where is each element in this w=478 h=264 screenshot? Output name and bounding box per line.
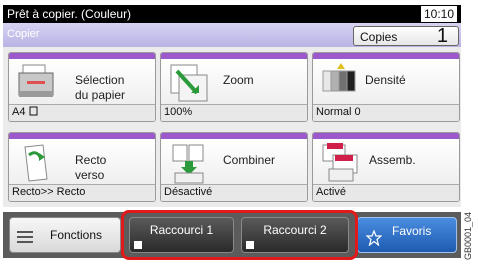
tile-label: Zoom — [223, 73, 254, 87]
density-icon — [322, 63, 356, 92]
portrait-orientation-icon — [29, 106, 38, 116]
tile-value: Activé — [313, 184, 459, 201]
collate-icon — [322, 143, 358, 182]
copies-button[interactable]: Copies 1 — [353, 25, 459, 47]
screen-title: Copier — [7, 28, 40, 40]
tile-label: Densité — [365, 73, 406, 87]
zoom-icon — [170, 64, 208, 102]
tile-label: Sélection du papier — [75, 73, 126, 102]
tile-label: Recto verso — [75, 153, 107, 182]
clock: 10:10 — [420, 6, 457, 22]
status-message: Prêt à copier. (Couleur) — [7, 7, 132, 21]
tile-combine[interactable]: Combiner Désactivé — [160, 132, 308, 202]
tile-label: Assemb. — [369, 153, 416, 167]
tile-paper-selection[interactable]: Sélection du papier A4 — [8, 52, 156, 122]
shortcuts-highlight — [121, 210, 358, 260]
functions-button[interactable]: Fonctions — [9, 217, 121, 253]
tile-duplex[interactable]: Recto verso Recto>> Recto — [8, 132, 156, 202]
tile-label: Combiner — [223, 153, 276, 167]
tile-value: A4 — [9, 104, 155, 121]
functions-label: Fonctions — [50, 228, 103, 242]
title-bar: Copier Copies 1 — [3, 23, 461, 47]
favorites-label: Favoris — [392, 224, 432, 238]
duplex-icon — [24, 144, 48, 182]
tile-value: Désactivé — [161, 184, 307, 201]
favorites-button[interactable]: Favoris — [357, 217, 457, 253]
tile-density[interactable]: Densité Normal 0 — [312, 52, 460, 122]
paper-tray-icon — [18, 64, 54, 97]
status-bar: Prêt à copier. (Couleur) 10:10 — [3, 5, 461, 23]
list-menu-icon — [17, 231, 33, 243]
tile-value: 100% — [161, 104, 307, 121]
star-icon — [366, 230, 382, 246]
tile-value: Recto>> Recto — [9, 184, 155, 201]
tile-value: Normal 0 — [313, 104, 459, 121]
figure-code: GB0001_04 — [463, 211, 473, 260]
function-tiles: Sélection du papier A4 Zoom 100% Densité… — [3, 47, 461, 207]
tile-collate[interactable]: Assemb. Activé — [312, 132, 460, 202]
copies-label: Copies — [360, 30, 398, 44]
combine-icon — [172, 144, 204, 184]
tile-zoom[interactable]: Zoom 100% — [160, 52, 308, 122]
copies-count: 1 — [436, 25, 448, 47]
